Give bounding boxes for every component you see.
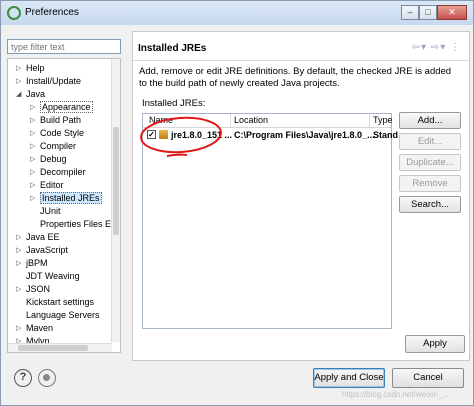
tree-item-debug[interactable]: ▷ Debug bbox=[30, 153, 67, 166]
tree-item-compiler[interactable]: ▷ Compiler bbox=[30, 140, 76, 153]
page-description: Add, remove or edit JRE definitions. By … bbox=[139, 66, 452, 89]
tree-item-javascript[interactable]: ▷ JavaScript bbox=[16, 244, 68, 257]
back-icon[interactable]: ⇦ bbox=[412, 42, 421, 53]
expand-arrow-icon[interactable]: ▷ bbox=[16, 244, 24, 257]
expand-arrow-icon[interactable]: ▷ bbox=[16, 322, 24, 335]
forward-menu-icon[interactable]: ▾ bbox=[440, 42, 446, 53]
expand-arrow-icon[interactable]: ▷ bbox=[30, 114, 38, 127]
jre-type: Stand bbox=[373, 130, 399, 140]
forward-icon[interactable]: ⇨ bbox=[431, 42, 440, 53]
expand-arrow-icon[interactable]: ▷ bbox=[30, 179, 38, 192]
red-circle-annotation bbox=[140, 116, 222, 157]
tree-item-properties-files-editor[interactable]: Properties Files Ec bbox=[40, 218, 116, 231]
page-title: Installed JREs bbox=[138, 43, 207, 54]
duplicate-button[interactable]: Duplicate... bbox=[399, 154, 461, 171]
tree-item-java-ee[interactable]: ▷ Java EE bbox=[16, 231, 60, 244]
sidebar: ▷Help ▷Install/Update ◢Java ▷Appearance … bbox=[7, 31, 127, 361]
apply-and-close-button[interactable]: Apply and Close bbox=[313, 368, 385, 388]
tree-item-help[interactable]: ▷ Help bbox=[16, 62, 45, 75]
expand-arrow-icon[interactable]: ▷ bbox=[16, 283, 24, 296]
column-divider[interactable] bbox=[369, 114, 370, 127]
expand-arrow-icon[interactable]: ▷ bbox=[30, 166, 38, 179]
search-button[interactable]: Search... bbox=[399, 196, 461, 213]
tree-horizontal-scrollbar[interactable] bbox=[8, 343, 112, 352]
tree-item-language-servers[interactable]: Language Servers bbox=[26, 309, 100, 322]
view-menu-icon[interactable]: ⋮ bbox=[450, 42, 461, 53]
collapse-arrow-icon[interactable]: ◢ bbox=[16, 88, 24, 101]
tree-item-install-update[interactable]: ▷ Install/Update bbox=[16, 75, 81, 88]
expand-arrow-icon[interactable]: ▷ bbox=[30, 101, 38, 114]
tree-item-java[interactable]: ◢ Java bbox=[16, 88, 45, 101]
edit-button[interactable]: Edit... bbox=[399, 133, 461, 150]
preference-tree: ▷ Help ▷ Install/Update ◢ Java ▷ Appearance … bbox=[7, 58, 121, 353]
expand-arrow-icon[interactable]: ▷ bbox=[16, 231, 24, 244]
tree-item-build-path[interactable]: ▷ Build Path bbox=[30, 114, 81, 127]
tree-item-installed-jres[interactable]: ▷ Installed JREs bbox=[30, 192, 102, 205]
expand-arrow-icon[interactable]: ▷ bbox=[16, 257, 24, 270]
preferences-window: Preferences – □ ✕ ▷Help ▷Install/Update … bbox=[0, 0, 474, 406]
column-divider[interactable] bbox=[230, 114, 231, 127]
tree-item-junit[interactable]: JUnit bbox=[40, 205, 61, 218]
tree-vertical-scrollbar[interactable] bbox=[111, 59, 120, 342]
tree-item-maven[interactable]: ▷ Maven bbox=[16, 322, 53, 335]
tree-item-code-style[interactable]: ▷ Code Style bbox=[30, 127, 84, 140]
expand-arrow-icon[interactable]: ▷ bbox=[30, 127, 38, 140]
column-location[interactable]: Location bbox=[234, 115, 268, 125]
expand-arrow-icon[interactable]: ▷ bbox=[30, 192, 38, 205]
help-icon[interactable]: ? bbox=[14, 369, 32, 387]
window-title: Preferences bbox=[25, 7, 79, 18]
tree-item-appearance[interactable]: ▷ Appearance bbox=[30, 101, 93, 114]
import-export-preferences-icon[interactable] bbox=[38, 369, 56, 387]
jre-location: C:\Program Files\Java\jre1.8.0_... bbox=[234, 130, 375, 140]
minimize-icon[interactable]: – bbox=[401, 5, 419, 20]
scrollbar-thumb[interactable] bbox=[113, 127, 119, 235]
installed-jres-label: Installed JREs: bbox=[142, 98, 206, 109]
tree-item-json[interactable]: ▷ JSON bbox=[16, 283, 50, 296]
expand-arrow-icon[interactable]: ▷ bbox=[16, 62, 24, 75]
tree-item-decompiler[interactable]: ▷ Decompiler bbox=[30, 166, 86, 179]
watermark: https://blog.csdn.net/weixin_... bbox=[342, 390, 450, 399]
close-icon[interactable]: ✕ bbox=[437, 5, 467, 20]
installed-jres-page: Installed JREs ⇦▾ ⇨▾ ⋮ Add, remove or ed… bbox=[132, 31, 470, 361]
tree-item-editor[interactable]: ▷ Editor bbox=[30, 179, 64, 192]
add-button[interactable]: Add... bbox=[399, 112, 461, 129]
back-menu-icon[interactable]: ▾ bbox=[421, 42, 427, 53]
maximize-icon[interactable]: □ bbox=[419, 5, 437, 20]
tree-item-jbpm[interactable]: ▷ jBPM bbox=[16, 257, 48, 270]
page-navigation: ⇦▾ ⇨▾ ⋮ bbox=[412, 42, 461, 53]
column-type[interactable]: Type bbox=[373, 115, 393, 125]
title-divider bbox=[133, 60, 469, 61]
tree-item-kickstart-settings[interactable]: Kickstart settings bbox=[26, 296, 94, 309]
title-bar: Preferences – □ ✕ bbox=[1, 1, 473, 25]
tree-item-jdt-weaving[interactable]: JDT Weaving bbox=[26, 270, 80, 283]
cancel-button[interactable]: Cancel bbox=[392, 368, 464, 388]
apply-button[interactable]: Apply bbox=[405, 335, 465, 353]
expand-arrow-icon[interactable]: ▷ bbox=[30, 140, 38, 153]
remove-button[interactable]: Remove bbox=[399, 175, 461, 192]
expand-arrow-icon[interactable]: ▷ bbox=[30, 153, 38, 166]
scrollbar-thumb[interactable] bbox=[18, 345, 88, 351]
filter-input[interactable] bbox=[7, 39, 121, 54]
expand-arrow-icon[interactable]: ▷ bbox=[16, 75, 24, 88]
eclipse-app-icon bbox=[7, 6, 21, 20]
